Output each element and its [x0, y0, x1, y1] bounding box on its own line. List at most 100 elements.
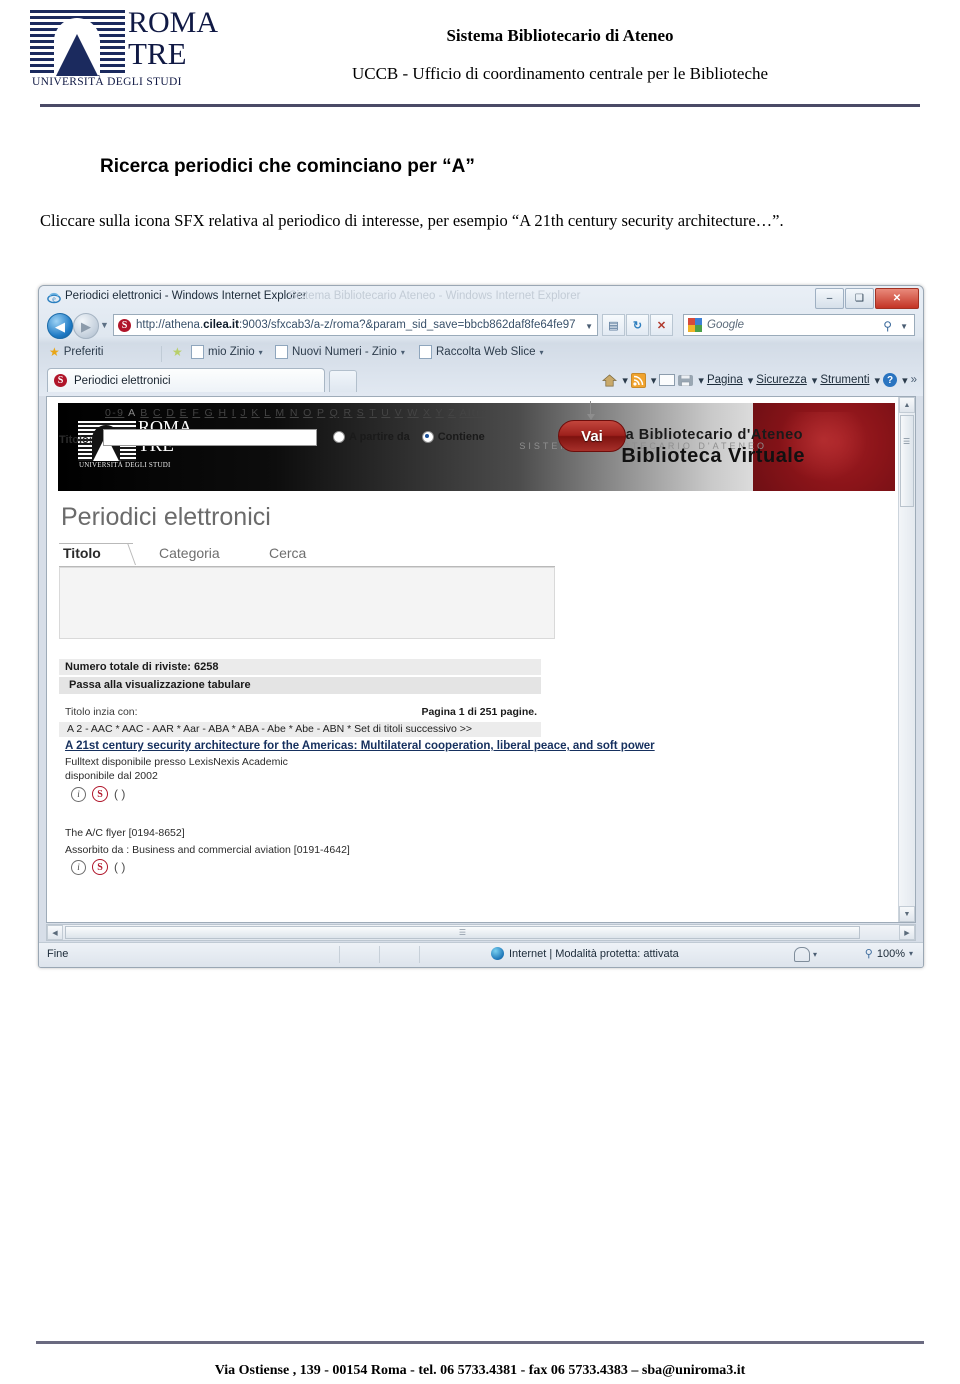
info-icon[interactable]: i [71, 859, 86, 875]
alpha-link-R[interactable]: R [343, 407, 352, 419]
scroll-right-button[interactable]: ▶ [899, 925, 915, 940]
paren-icon[interactable]: ( ) [114, 787, 125, 801]
alpha-link-T[interactable]: T [369, 407, 377, 419]
result-title-1[interactable]: A 21st century security architecture for… [65, 740, 655, 752]
chevron-down-icon[interactable]: ▾ [540, 348, 544, 357]
new-tab-button[interactable] [329, 370, 357, 392]
sfx-icon[interactable]: S [92, 859, 108, 875]
browser-titlebar: e Periodici elettronici - Windows Intern… [39, 286, 923, 310]
alpha-link-S[interactable]: S [357, 407, 365, 419]
alpha-link-altro[interactable]: Altro [460, 407, 489, 419]
alpha-link-B[interactable]: B [140, 407, 148, 419]
alpha-link-U[interactable]: U [381, 407, 390, 419]
alpha-link-M[interactable]: M [275, 407, 285, 419]
safety-menu[interactable]: Sicurezza ▾ [756, 374, 817, 387]
alpha-link-0-9[interactable]: 0-9 [105, 407, 124, 419]
close-button[interactable]: ✕ [875, 288, 919, 309]
favorite-item-nuovi-numeri[interactable]: Nuovi Numeri - Zinio ▾ [275, 345, 405, 359]
protected-mode-button[interactable]: ▾ [793, 947, 817, 962]
maximize-button[interactable]: ❑ [845, 288, 874, 309]
sfx-icon[interactable]: S [92, 786, 108, 802]
chevron-down-icon[interactable]: ▾ [401, 348, 405, 357]
tab-titolo[interactable]: Titolo [63, 545, 101, 561]
feeds-button[interactable]: ▾ [630, 372, 657, 388]
horizontal-scroll-thumb[interactable]: ☰ [65, 926, 860, 939]
favorites-button[interactable]: ★ Preferiti [49, 345, 103, 359]
forward-button[interactable]: ▶ [73, 313, 99, 339]
favorite-item-web-slice[interactable]: Raccolta Web Slice ▾ [419, 345, 544, 359]
horizontal-scrollbar[interactable]: ◀ ☰ ▶ [46, 924, 916, 941]
alpha-link-P[interactable]: P [317, 407, 325, 419]
paren-icon[interactable]: ( ) [114, 860, 125, 874]
refresh-icon[interactable]: ↻ [626, 314, 649, 336]
address-bar[interactable]: S http://athena.cilea.it:9003/sfxcab3/a-… [113, 314, 598, 336]
chevron-down-icon[interactable]: ▾ [875, 374, 881, 387]
address-dropdown-icon[interactable]: ▼ [585, 322, 593, 331]
alpha-link-D[interactable]: D [166, 407, 175, 419]
vertical-scrollbar[interactable]: ▲ ☰ ▼ [898, 397, 915, 922]
search-box[interactable]: Google ⚲ ▼ [683, 314, 915, 336]
chevron-down-icon[interactable]: ▾ [259, 348, 263, 357]
chevron-down-icon[interactable]: ▾ [622, 374, 628, 387]
chevron-down-icon[interactable]: ▾ [902, 374, 908, 387]
submit-button-vai[interactable]: Vai [558, 420, 626, 452]
minimize-button[interactable]: – [815, 288, 844, 309]
alpha-link-V[interactable]: V [395, 407, 403, 419]
help-menu[interactable]: ? ▾ [883, 373, 908, 387]
alpha-link-E[interactable]: E [180, 407, 188, 419]
mail-button[interactable] [659, 374, 676, 386]
scroll-up-button[interactable]: ▲ [899, 397, 915, 413]
stop-icon[interactable]: ✕ [650, 314, 673, 336]
scroll-thumb[interactable] [900, 415, 914, 507]
alpha-link-C[interactable]: C [153, 407, 162, 419]
alpha-link-N[interactable]: N [290, 407, 299, 419]
scroll-down-button[interactable]: ▼ [899, 906, 915, 922]
tab-categoria[interactable]: Categoria [159, 545, 220, 561]
alpha-link-H[interactable]: H [218, 407, 227, 419]
scroll-left-button[interactable]: ◀ [47, 925, 63, 940]
alpha-link-G[interactable]: G [205, 407, 215, 419]
history-dropdown-icon[interactable]: ▼ [100, 320, 109, 330]
tab-periodici-elettronici[interactable]: S Periodici elettronici [47, 368, 325, 392]
alpha-link-Z[interactable]: Z [448, 407, 456, 419]
search-dropdown-icon[interactable]: ▼ [900, 322, 908, 331]
range-links[interactable]: A 2 - AAC * AAC - AAR * Aar - ABA * ABA … [67, 723, 472, 735]
security-zone-status[interactable]: Internet | Modalità protetta: attivata [491, 947, 679, 960]
alpha-link-Q[interactable]: Q [330, 407, 340, 419]
alpha-link-W[interactable]: W [407, 407, 418, 419]
body-paragraph: Cliccare sulla icona SFX relativa al per… [40, 211, 784, 230]
radio-contiene[interactable] [421, 431, 434, 443]
alpha-link-J[interactable]: J [240, 407, 247, 419]
title-search-input[interactable] [103, 429, 317, 446]
alpha-link-F[interactable]: F [192, 407, 200, 419]
alpha-link-O[interactable]: O [303, 407, 313, 419]
page-menu[interactable]: Pagina ▾ [707, 374, 753, 387]
favorites-separator [161, 346, 162, 362]
chevron-down-icon[interactable]: ▾ [698, 374, 704, 387]
chevron-down-icon[interactable]: ▾ [748, 374, 754, 387]
radio-a-partire-da[interactable] [333, 431, 345, 443]
chevron-down-icon[interactable]: ▾ [812, 374, 818, 387]
alpha-link-I[interactable]: I [232, 407, 236, 419]
info-icon[interactable]: i [71, 786, 86, 802]
search-magnifier-icon[interactable]: ⚲ [883, 319, 892, 333]
print-button[interactable]: ▾ [678, 374, 704, 387]
chevron-down-icon[interactable]: ▾ [651, 374, 657, 387]
tab-cerca[interactable]: Cerca [269, 545, 306, 561]
zoom-control[interactable]: ⚲ 100% ▾ [865, 947, 913, 961]
tools-menu[interactable]: Strumenti ▾ [820, 374, 880, 387]
alpha-link-L[interactable]: L [264, 407, 271, 419]
alpha-link-X[interactable]: X [423, 407, 431, 419]
command-bar-overflow[interactable]: » [911, 374, 917, 386]
header-title: Sistema Bibliotecario di Ateneo [446, 26, 674, 45]
home-button[interactable]: ▾ [602, 373, 628, 387]
favorite-add-icon-group[interactable]: ★ [172, 345, 183, 359]
chevron-down-icon[interactable]: ▾ [813, 950, 817, 959]
compatibility-view-icon[interactable]: ▤ [602, 314, 625, 336]
favorite-item-mio-zinio[interactable]: mio Zinio ▾ [191, 345, 263, 359]
alpha-link-K[interactable]: K [251, 407, 259, 419]
chevron-down-icon[interactable]: ▾ [909, 949, 913, 958]
back-button[interactable]: ◀ [47, 313, 73, 339]
alpha-link-Y[interactable]: Y [436, 407, 444, 419]
tabular-view-link[interactable]: Passa alla visualizzazione tabulare [59, 677, 541, 694]
